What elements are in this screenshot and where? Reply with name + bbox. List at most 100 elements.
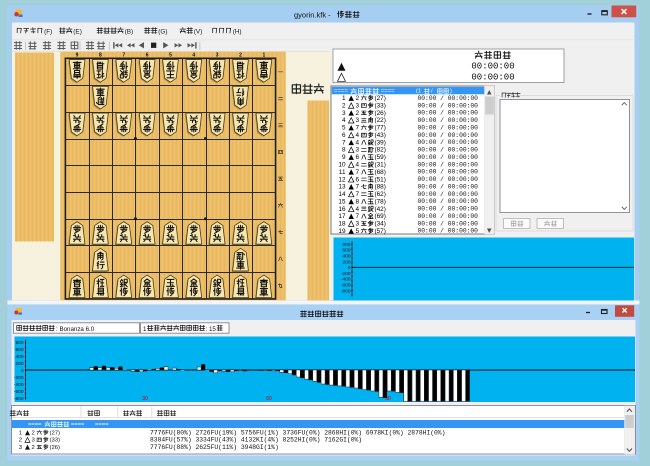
- svg-text:(V): (V): [194, 29, 203, 36]
- svg-text:7: 7: [342, 139, 346, 146]
- svg-text:(G): (G): [158, 29, 167, 36]
- svg-text:800: 800: [342, 242, 350, 248]
- svg-text:18: 18: [338, 221, 346, 228]
- svg-text:====: ====: [28, 422, 42, 428]
- svg-text:00:00 / 00:00:00: 00:00 / 00:00:00: [418, 228, 479, 235]
- svg-text:(B): (B): [125, 29, 134, 36]
- svg-text:3: 3: [356, 147, 360, 154]
- svg-text:(27): (27): [375, 95, 386, 102]
- svg-text:(88): (88): [375, 184, 386, 191]
- svg-text:00:00 / 00:00:00: 00:00 / 00:00:00: [418, 95, 479, 102]
- svg-text:gyorin.kfk -: gyorin.kfk -: [294, 11, 331, 20]
- svg-text:(78): (78): [375, 198, 386, 205]
- svg-text:5: 5: [342, 125, 346, 132]
- svg-text:1: 1: [262, 53, 265, 59]
- svg-text:(34): (34): [375, 221, 386, 228]
- svg-text:15: 15: [338, 198, 346, 205]
- svg-text:1: 1: [19, 430, 22, 436]
- svg-text:(26): (26): [375, 110, 386, 117]
- svg-text:0: 0: [21, 368, 24, 374]
- svg-text:: 15: : 15: [206, 326, 217, 333]
- svg-text:-200: -200: [341, 271, 351, 277]
- svg-text:60: 60: [266, 396, 272, 402]
- svg-text:6: 6: [356, 154, 360, 161]
- svg-text:(26): (26): [50, 445, 61, 451]
- svg-text:400: 400: [342, 254, 350, 260]
- svg-text:(68): (68): [375, 169, 386, 176]
- svg-text:9: 9: [76, 53, 79, 59]
- svg-text:4: 4: [356, 206, 360, 213]
- svg-text:12: 12: [338, 176, 346, 183]
- svg-text:00:00 / 00:00:00: 00:00 / 00:00:00: [418, 110, 479, 117]
- svg-text:2: 2: [32, 430, 35, 436]
- svg-text:3: 3: [342, 110, 346, 117]
- svg-text:30: 30: [142, 396, 148, 402]
- svg-text:(39): (39): [375, 139, 386, 146]
- svg-text:200: 200: [15, 361, 23, 367]
- svg-text:2: 2: [32, 445, 35, 451]
- svg-text:7: 7: [356, 169, 360, 176]
- svg-text:00:00 / 00:00:00: 00:00 / 00:00:00: [418, 161, 479, 168]
- svg-text:00:00 / 00:00:00: 00:00 / 00:00:00: [418, 132, 479, 139]
- svg-text:4: 4: [342, 117, 346, 124]
- svg-text:00:00 / 00:00:00: 00:00 / 00:00:00: [418, 117, 479, 124]
- svg-text:14: 14: [338, 191, 346, 198]
- svg-text:1: 1: [342, 95, 346, 102]
- svg-text:17: 17: [338, 213, 346, 220]
- svg-text:====: ====: [71, 422, 85, 428]
- svg-text:90: 90: [385, 396, 391, 402]
- svg-text:3: 3: [356, 102, 360, 109]
- svg-text:800: 800: [15, 340, 23, 346]
- svg-text:0: 0: [348, 265, 351, 271]
- svg-text:00:00 / 00:00:00: 00:00 / 00:00:00: [418, 169, 479, 176]
- svg-text:00:00 / 00:00:00: 00:00 / 00:00:00: [418, 102, 479, 109]
- svg-text:7: 7: [356, 184, 360, 191]
- svg-text:(62): (62): [375, 191, 386, 198]
- svg-text:00:00 / 00:00:00: 00:00 / 00:00:00: [418, 124, 479, 131]
- svg-text:7: 7: [356, 191, 360, 198]
- svg-text:-600: -600: [341, 283, 351, 289]
- svg-text:8384FU(57%) 3334FU(43%) 4132KI: 8384FU(57%) 3334FU(43%) 4132KI(4%) 8252H…: [150, 437, 362, 444]
- svg-text:====: ====: [334, 89, 348, 95]
- svg-text:8: 8: [99, 53, 102, 59]
- svg-text:-200: -200: [14, 375, 24, 381]
- svg-text:6: 6: [342, 132, 346, 139]
- svg-text:2: 2: [342, 102, 346, 109]
- svg-text:600: 600: [15, 347, 23, 353]
- svg-text:(59): (59): [375, 154, 386, 161]
- svg-text:8: 8: [356, 198, 360, 205]
- svg-text:2: 2: [239, 53, 242, 59]
- svg-text:(82): (82): [375, 147, 386, 154]
- svg-text:00:00 / 00:00:00: 00:00 / 00:00:00: [418, 198, 479, 205]
- svg-text:6: 6: [356, 176, 360, 183]
- svg-text:600: 600: [342, 248, 350, 254]
- svg-text:00:00:00: 00:00:00: [471, 73, 514, 83]
- svg-text:6: 6: [146, 53, 149, 59]
- svg-text:19: 19: [338, 228, 346, 235]
- svg-text:2: 2: [356, 110, 360, 117]
- svg-text:11: 11: [339, 169, 346, 176]
- svg-text:4: 4: [356, 162, 360, 169]
- svg-text:7776FU(88%) 2625FU(11%) 3948GI: 7776FU(88%) 2625FU(11%) 3948GI(1%): [150, 444, 279, 451]
- svg-text:(F): (F): [44, 29, 52, 36]
- svg-text:(43): (43): [375, 132, 386, 139]
- svg-text:8: 8: [342, 147, 346, 154]
- svg-text:00:00 / 00:00:00: 00:00 / 00:00:00: [418, 220, 479, 227]
- svg-text:(1: (1: [416, 89, 421, 95]
- svg-text:(51): (51): [375, 176, 386, 183]
- svg-text:00:00 / 00:00:00: 00:00 / 00:00:00: [418, 183, 479, 190]
- svg-text:2: 2: [19, 438, 22, 444]
- svg-text:00:00:00: 00:00:00: [471, 62, 514, 72]
- svg-text:(E): (E): [73, 29, 82, 36]
- svg-text:7776FU(80%) 2726FU(19%) 5756FU: 7776FU(80%) 2726FU(19%) 5756FU(1%) 3736F…: [150, 429, 445, 436]
- svg-text:4: 4: [192, 53, 195, 59]
- svg-text:: Bonanza 6.0: : Bonanza 6.0: [56, 326, 95, 333]
- svg-text:00:00 / 00:00:00: 00:00 / 00:00:00: [418, 213, 479, 220]
- svg-text:(69): (69): [375, 213, 386, 220]
- svg-text:(77): (77): [375, 125, 386, 132]
- svg-text:-600: -600: [14, 389, 24, 395]
- svg-text:5: 5: [356, 228, 360, 235]
- svg-text:3: 3: [356, 221, 360, 228]
- svg-text:9: 9: [342, 154, 346, 161]
- svg-text:5: 5: [169, 53, 172, 59]
